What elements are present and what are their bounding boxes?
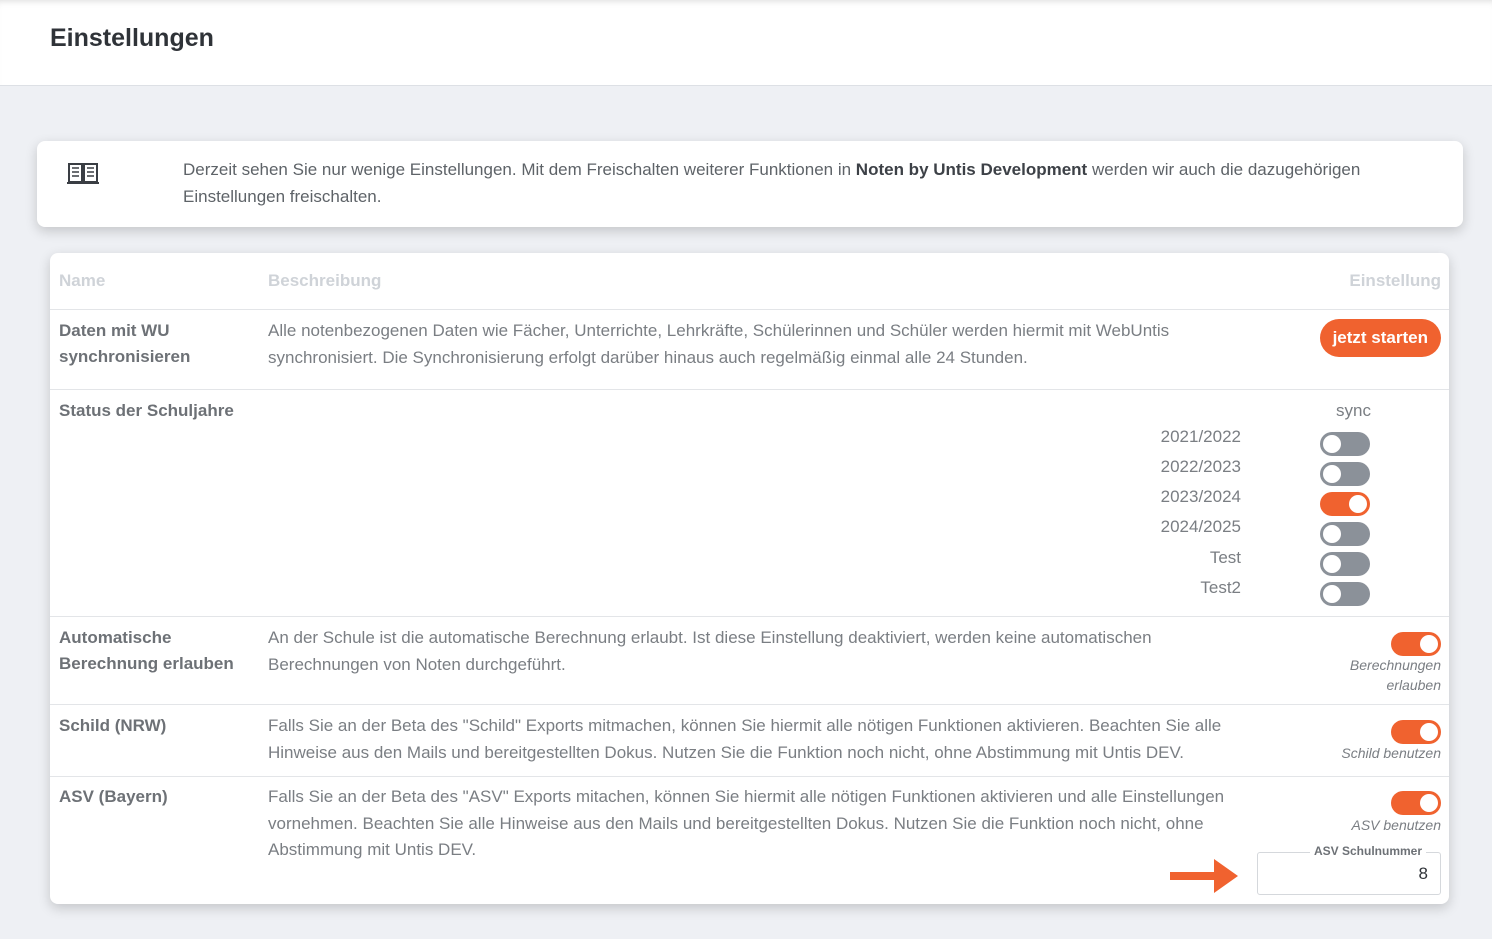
page-header: Einstellungen — [0, 0, 1492, 86]
row-divider — [50, 616, 1449, 617]
auto-calc-row-name: Automatische Berechnung erlauben — [59, 628, 234, 673]
row-divider — [50, 776, 1449, 777]
schild-toggle-label: Schild benutzen — [1341, 745, 1441, 761]
info-banner: Derzeit sehen Sie nur wenige Einstellung… — [37, 141, 1463, 227]
settings-table: Name Beschreibung Einstellung Daten mit … — [50, 253, 1449, 904]
years-row-name: Status der Schuljahre — [59, 401, 234, 420]
book-icon — [67, 163, 99, 184]
asv-school-number-field[interactable]: ASV Schulnummer 8 — [1257, 844, 1441, 895]
year-label: Test — [1209, 548, 1241, 567]
year-sync-toggle[interactable] — [1320, 522, 1370, 546]
auto-calc-row-description: An der Schule ist die automatische Berec… — [268, 628, 1152, 674]
column-header-setting: Einstellung — [1349, 271, 1441, 290]
asv-toggle[interactable] — [1391, 791, 1441, 815]
year-label: 2022/2023 — [1160, 457, 1241, 476]
sync-row-name: Daten mit WU synchronisieren — [59, 321, 191, 366]
asv-school-number-value: 8 — [1418, 864, 1428, 883]
row-divider — [50, 309, 1449, 310]
year-sync-toggle[interactable] — [1320, 432, 1370, 456]
year-sync-toggle[interactable] — [1320, 462, 1370, 486]
schild-toggle[interactable] — [1391, 720, 1441, 744]
product-name: Noten by Untis Development — [855, 160, 1088, 179]
start-sync-button[interactable]: jetzt starten — [1319, 319, 1441, 357]
year-label: Test2 — [1200, 578, 1241, 597]
info-text: Derzeit sehen Sie nur wenige Einstellung… — [183, 160, 1361, 206]
year-sync-toggle[interactable] — [1320, 492, 1370, 516]
year-sync-toggle[interactable] — [1320, 552, 1370, 576]
schild-row-name: Schild (NRW) — [59, 716, 167, 735]
year-sync-toggle[interactable] — [1320, 582, 1370, 606]
auto-calc-toggle[interactable] — [1391, 632, 1441, 656]
schild-row-description: Falls Sie an der Beta des "Schild" Expor… — [268, 716, 1222, 762]
sync-row-description: Alle notenbezogenen Daten wie Fächer, Un… — [268, 321, 1170, 367]
asv-toggle-label: ASV benutzen — [1351, 817, 1441, 833]
sync-column-label: sync — [1336, 401, 1371, 420]
page-title: Einstellungen — [50, 24, 214, 52]
auto-calc-toggle-label: Berechnungen erlauben — [1349, 657, 1441, 693]
row-divider — [50, 704, 1449, 705]
year-label: 2021/2022 — [1160, 427, 1241, 446]
year-label: 2023/2024 — [1160, 487, 1241, 506]
asv-school-number-label: ASV Schulnummer — [1310, 844, 1427, 858]
year-label: 2024/2025 — [1160, 517, 1241, 536]
arrow-right-icon — [1170, 859, 1238, 893]
row-divider — [50, 389, 1449, 390]
column-header-description: Beschreibung — [268, 271, 382, 290]
asv-row-name: ASV (Bayern) — [59, 787, 168, 806]
column-header-name: Name — [59, 271, 106, 290]
asv-row-description: Falls Sie an der Beta des "ASV" Exports … — [268, 787, 1225, 859]
